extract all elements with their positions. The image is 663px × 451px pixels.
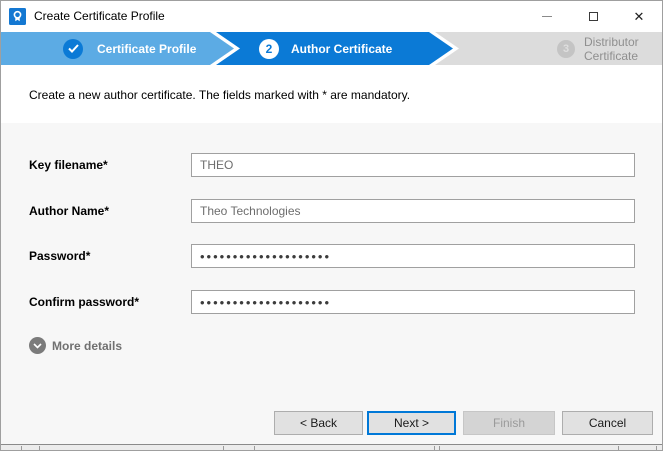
- confirm-password-label: Confirm password*: [29, 290, 139, 314]
- maximize-button[interactable]: [570, 1, 616, 32]
- more-details-toggle[interactable]: More details: [29, 337, 122, 354]
- next-button[interactable]: Next >: [367, 411, 456, 435]
- step-author-certificate: 2 Author Certificate: [259, 32, 392, 65]
- step-complete-badge: [63, 39, 83, 59]
- password-input[interactable]: [191, 244, 635, 268]
- create-certificate-profile-dialog: Create Certificate Profile ✕ Certific: [0, 0, 663, 451]
- minimize-button[interactable]: [524, 1, 570, 32]
- minimize-icon: [542, 16, 552, 17]
- step-certificate-profile: Certificate Profile: [63, 32, 196, 65]
- divider: [439, 446, 440, 451]
- description-area: Create a new author certificate. The fie…: [1, 65, 662, 123]
- divider: [254, 446, 255, 451]
- step-label: Distributor Certificate: [584, 35, 662, 63]
- key-filename-label: Key filename*: [29, 153, 108, 177]
- step-label: Certificate Profile: [97, 42, 196, 56]
- step-number-badge: 2: [259, 39, 279, 59]
- divider: [434, 446, 435, 451]
- page-description: Create a new author certificate. The fie…: [29, 88, 410, 102]
- cancel-button[interactable]: Cancel: [562, 411, 653, 435]
- chevron-down-icon: [29, 337, 46, 354]
- confirm-password-input[interactable]: [191, 290, 635, 314]
- author-name-label: Author Name*: [29, 199, 109, 223]
- divider: [39, 446, 40, 451]
- finish-button: Finish: [463, 411, 555, 435]
- step-label: Author Certificate: [291, 42, 392, 56]
- background-window-edge: [1, 444, 662, 451]
- key-filename-input[interactable]: [191, 153, 635, 177]
- check-icon: [68, 44, 79, 53]
- certificate-app-icon: [9, 8, 26, 25]
- author-name-input[interactable]: [191, 199, 635, 223]
- maximize-icon: [589, 12, 598, 21]
- back-button[interactable]: < Back: [274, 411, 363, 435]
- close-icon: ✕: [634, 10, 645, 23]
- wizard-step-bar: Certificate Profile 2 Author Certificate…: [1, 32, 662, 65]
- divider: [618, 446, 619, 451]
- step-distributor-certificate: 3 Distributor Certificate: [557, 32, 662, 65]
- form-area: Key filename* Author Name* Password* Con…: [1, 123, 662, 444]
- divider: [656, 446, 657, 451]
- password-label: Password*: [29, 244, 90, 268]
- close-button[interactable]: ✕: [616, 1, 662, 32]
- window-title: Create Certificate Profile: [34, 1, 165, 32]
- more-details-label: More details: [52, 339, 122, 353]
- divider: [223, 446, 224, 451]
- window-controls: ✕: [524, 1, 662, 32]
- title-bar: Create Certificate Profile ✕: [1, 1, 662, 32]
- divider: [21, 446, 22, 451]
- step-number-badge: 3: [557, 40, 575, 58]
